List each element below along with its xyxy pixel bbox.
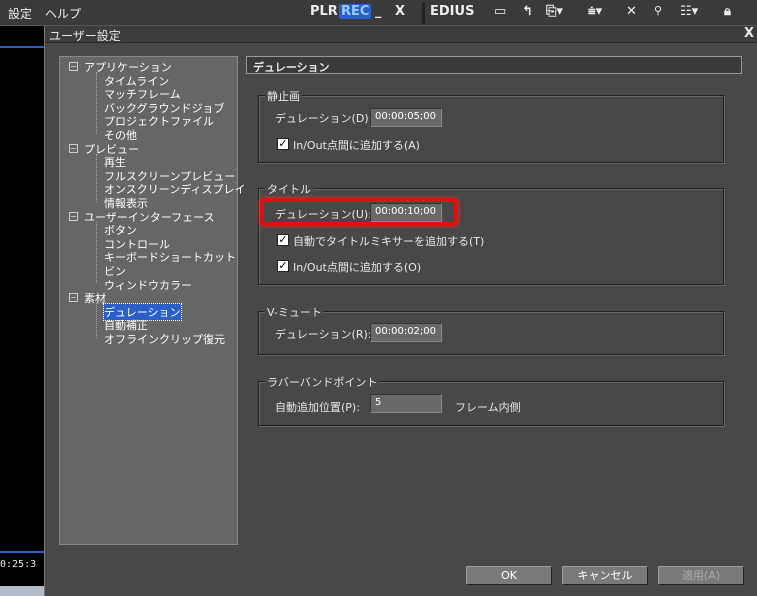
- main-menubar: 設定 ヘルプ PLR REC _ X EDIUS ▭ ↰ ⎘▾ ⩧▾ ✕ ⚲ ☷…: [0, 0, 757, 26]
- apply-button[interactable]: 適用(A): [658, 566, 744, 585]
- collapse-icon[interactable]: −: [69, 143, 78, 153]
- ok-button[interactable]: OK: [466, 566, 552, 585]
- menu-help[interactable]: ヘルプ: [45, 5, 81, 22]
- collapse-icon[interactable]: −: [69, 293, 78, 303]
- properties-icon[interactable]: ⚲: [654, 4, 662, 17]
- vmute-duration-label: デュレーション(R):: [275, 328, 372, 341]
- menu-settings[interactable]: 設定: [8, 5, 32, 22]
- user-settings-dialog: ユーザー設定 X − アプリケーション タイムライン マッチフレーム バックグラウンドジ…: [44, 26, 757, 596]
- layout-icon[interactable]: ☷▾: [680, 4, 698, 19]
- track-area: [0, 586, 44, 596]
- collapse-icon[interactable]: −: [69, 62, 78, 71]
- still-image-group: 静止画 デュレーション(D): 00:00:05;00 ✓ In/Out点間に追…: [258, 88, 724, 163]
- tree-line: [96, 153, 97, 202]
- blue-line: [0, 46, 44, 48]
- group-title: 静止画: [265, 88, 302, 104]
- title-mixer-checkbox[interactable]: ✓: [277, 234, 289, 246]
- still-inout-checkbox[interactable]: ✓: [277, 138, 289, 150]
- tree-item[interactable]: ウィンドウカラー: [104, 277, 192, 293]
- tree-line: [96, 221, 97, 284]
- title-inout-label: In/Out点間に追加する(O): [293, 261, 422, 274]
- preview-panel: 0:25:3: [0, 26, 44, 596]
- tree-category[interactable]: 素材: [84, 290, 106, 306]
- dialog-titlebar: ユーザー設定 X: [45, 26, 757, 43]
- tree-item[interactable]: オフラインクリップ復元: [104, 331, 225, 347]
- highlight-annotation: [260, 198, 458, 226]
- still-inout-label: In/Out点間に追加する(A): [293, 139, 420, 152]
- dialog-close-button[interactable]: X: [744, 26, 754, 41]
- close-preview-button[interactable]: X: [395, 4, 405, 19]
- up-icon[interactable]: ↰: [522, 4, 533, 19]
- rubber-band-group: ラバーバンドポイント 自動追加位置(P): 5 フレーム内側: [258, 374, 724, 426]
- v-mute-group: V-ミュート デュレーション(R): 00:00:02;00: [258, 304, 724, 355]
- add-track-icon[interactable]: ⩧▾: [588, 4, 602, 19]
- rubber-unit-label: フレーム内側: [455, 401, 521, 414]
- timecode: 0:25:3: [0, 559, 37, 570]
- dialog-title: ユーザー設定: [49, 29, 121, 43]
- minimize-button[interactable]: _: [375, 4, 382, 19]
- still-duration-label: デュレーション(D):: [275, 112, 373, 125]
- still-duration-input[interactable]: 00:00:05;00: [370, 108, 442, 127]
- rubber-position-input[interactable]: 5: [370, 394, 442, 413]
- cancel-button[interactable]: キャンセル: [562, 566, 648, 585]
- group-title: タイトル: [265, 181, 313, 197]
- delete-icon[interactable]: ✕: [626, 4, 637, 19]
- tree-line: [96, 72, 97, 134]
- vmute-duration-input[interactable]: 00:00:02;00: [370, 323, 442, 342]
- folder-icon[interactable]: ▭: [494, 4, 506, 19]
- tree-line: [96, 303, 97, 338]
- section-header: デュレーション: [246, 56, 742, 74]
- recorder-button[interactable]: REC: [339, 4, 372, 19]
- settings-tree[interactable]: − アプリケーション タイムライン マッチフレーム バックグラウンドジョブ プロジェクトフ…: [59, 56, 245, 545]
- player-button[interactable]: PLR: [310, 4, 338, 19]
- open-project-icon[interactable]: ⎘▾: [546, 4, 563, 19]
- title-mixer-label: 自動でタイトルミキサーを追加する(T): [293, 235, 485, 248]
- collapse-icon[interactable]: −: [69, 211, 78, 221]
- group-title: ラバーバンドポイント: [265, 374, 380, 390]
- rubber-position-label: 自動追加位置(P):: [275, 401, 360, 414]
- edius-logo: EDIUS: [430, 4, 475, 19]
- group-title: V-ミュート: [265, 304, 324, 320]
- toolbar-divider: [422, 2, 425, 24]
- title-inout-checkbox[interactable]: ✓: [277, 260, 289, 272]
- lock-icon[interactable]: 🔒︎: [724, 4, 731, 19]
- blue-line: [0, 551, 44, 553]
